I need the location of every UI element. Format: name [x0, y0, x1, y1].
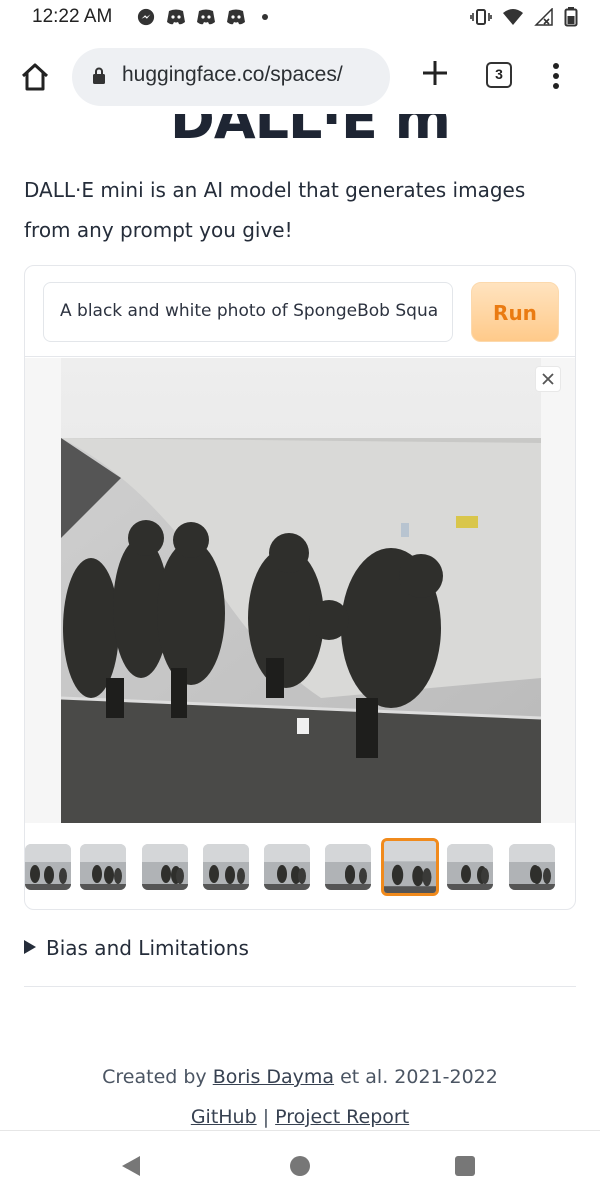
browser-toolbar: huggingface.co/spaces/ 3	[0, 40, 600, 114]
close-gallery-button[interactable]	[535, 366, 561, 392]
gallery-thumbnail[interactable]	[509, 844, 555, 890]
lock-icon	[93, 67, 105, 84]
footer-created-suffix: et al. 2021-2022	[334, 1066, 498, 1088]
footer-links: GitHub | Project Report	[0, 1106, 600, 1128]
divider	[25, 356, 575, 357]
generator-card: A black and white photo of SpongeBob Squ…	[24, 265, 576, 910]
tabs-icon[interactable]: 3	[486, 62, 512, 88]
run-button[interactable]: Run	[471, 282, 559, 342]
status-time: 12:22 AM	[32, 6, 113, 27]
bias-limitations-label: Bias and Limitations	[46, 936, 249, 960]
gallery-thumbnail[interactable]	[325, 844, 371, 890]
notification-dot-icon	[262, 14, 268, 20]
bias-limitations-toggle[interactable]: Bias and Limitations	[24, 936, 249, 960]
gallery-thumbnail[interactable]	[203, 844, 249, 890]
wifi-icon	[503, 9, 523, 25]
gallery-thumbnail[interactable]	[80, 844, 126, 890]
thumbnail-strip	[25, 838, 575, 896]
footer-created-prefix: Created by	[102, 1066, 213, 1088]
url-text: huggingface.co/spaces/	[122, 63, 343, 86]
battery-icon	[564, 7, 578, 27]
vibrate-icon	[470, 9, 492, 25]
home-icon[interactable]	[20, 62, 50, 92]
generated-image[interactable]	[61, 358, 541, 823]
android-nav-bar	[0, 1130, 600, 1201]
messenger-icon	[137, 8, 155, 26]
gallery-thumbnail[interactable]	[264, 844, 310, 890]
discord-icon	[197, 9, 215, 25]
address-bar[interactable]: huggingface.co/spaces/	[72, 48, 390, 106]
footer-credits: Created by Boris Dayma et al. 2021-2022	[0, 1066, 600, 1088]
signal-icon	[534, 8, 553, 26]
system-icons	[470, 7, 578, 27]
author-link[interactable]: Boris Dayma	[213, 1066, 334, 1088]
home-nav-icon[interactable]	[290, 1156, 310, 1176]
disclosure-triangle-icon	[24, 940, 36, 954]
image-gallery	[25, 358, 575, 823]
recents-icon[interactable]	[455, 1156, 475, 1176]
page-description: DALL·E mini is an AI model that generate…	[24, 178, 526, 242]
project-report-link[interactable]: Project Report	[275, 1106, 409, 1128]
plus-icon[interactable]	[420, 58, 450, 88]
notification-icons	[136, 8, 268, 26]
page-title: DALL·E mini	[170, 114, 450, 142]
gallery-thumbnail[interactable]	[25, 844, 71, 890]
back-icon[interactable]	[120, 1155, 142, 1177]
discord-icon	[167, 9, 185, 25]
github-link[interactable]: GitHub	[191, 1106, 257, 1128]
page-title-container: DALL·E mini	[170, 114, 450, 142]
status-bar: 12:22 AM	[0, 0, 600, 36]
gallery-thumbnail[interactable]	[447, 844, 493, 890]
prompt-input-value: A black and white photo of SpongeBob Squ…	[60, 301, 439, 321]
discord-icon	[227, 9, 245, 25]
gallery-thumbnail[interactable]	[381, 838, 439, 896]
prompt-input[interactable]: A black and white photo of SpongeBob Squ…	[43, 282, 453, 342]
kebab-menu-icon[interactable]	[552, 62, 560, 90]
gallery-thumbnail[interactable]	[142, 844, 188, 890]
footer-separator: |	[256, 1106, 276, 1128]
close-icon	[542, 373, 554, 385]
divider	[24, 986, 576, 987]
